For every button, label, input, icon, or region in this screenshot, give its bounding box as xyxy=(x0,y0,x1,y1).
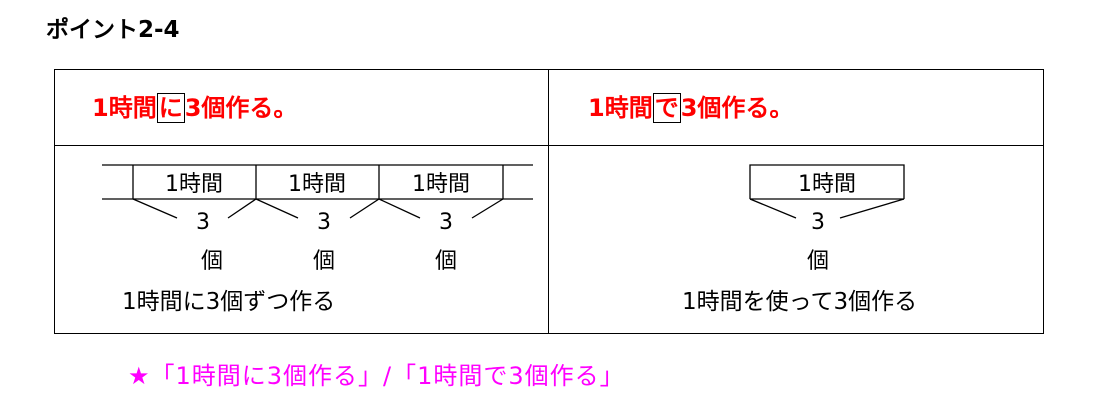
summary-note: ★「1時間に3個作る」/「1時間で3個作る」 xyxy=(128,362,625,390)
right-count: 3 xyxy=(811,210,825,235)
right-unit: 個 xyxy=(807,249,829,274)
brace-left xyxy=(132,198,178,219)
left-cell-1: 1時間 xyxy=(165,172,223,197)
right-cell: 1時間 xyxy=(798,172,856,197)
left-cell-3: 1時間 xyxy=(412,172,470,197)
brace-joint xyxy=(227,198,299,219)
brace-left xyxy=(749,198,797,219)
right-caption: 1時間を使って3個作る xyxy=(682,289,918,315)
left-count-2: 3 xyxy=(317,210,331,235)
left-count-3: 3 xyxy=(439,210,453,235)
diagram-canvas: 1時間 1時間 1時間 3 3 3 個 個 個 1時間 3 個 xyxy=(102,164,905,274)
left-unit-2: 個 xyxy=(313,249,335,274)
left-unit-1: 個 xyxy=(201,249,223,274)
left-caption: 1時間に3個ずつ作る xyxy=(122,289,336,315)
brace-right xyxy=(471,198,504,219)
brace-joint xyxy=(349,198,421,219)
left-count-1: 3 xyxy=(196,210,210,235)
left-cell-2: 1時間 xyxy=(288,172,346,197)
brace-right xyxy=(839,198,905,219)
left-unit-3: 個 xyxy=(435,249,457,274)
